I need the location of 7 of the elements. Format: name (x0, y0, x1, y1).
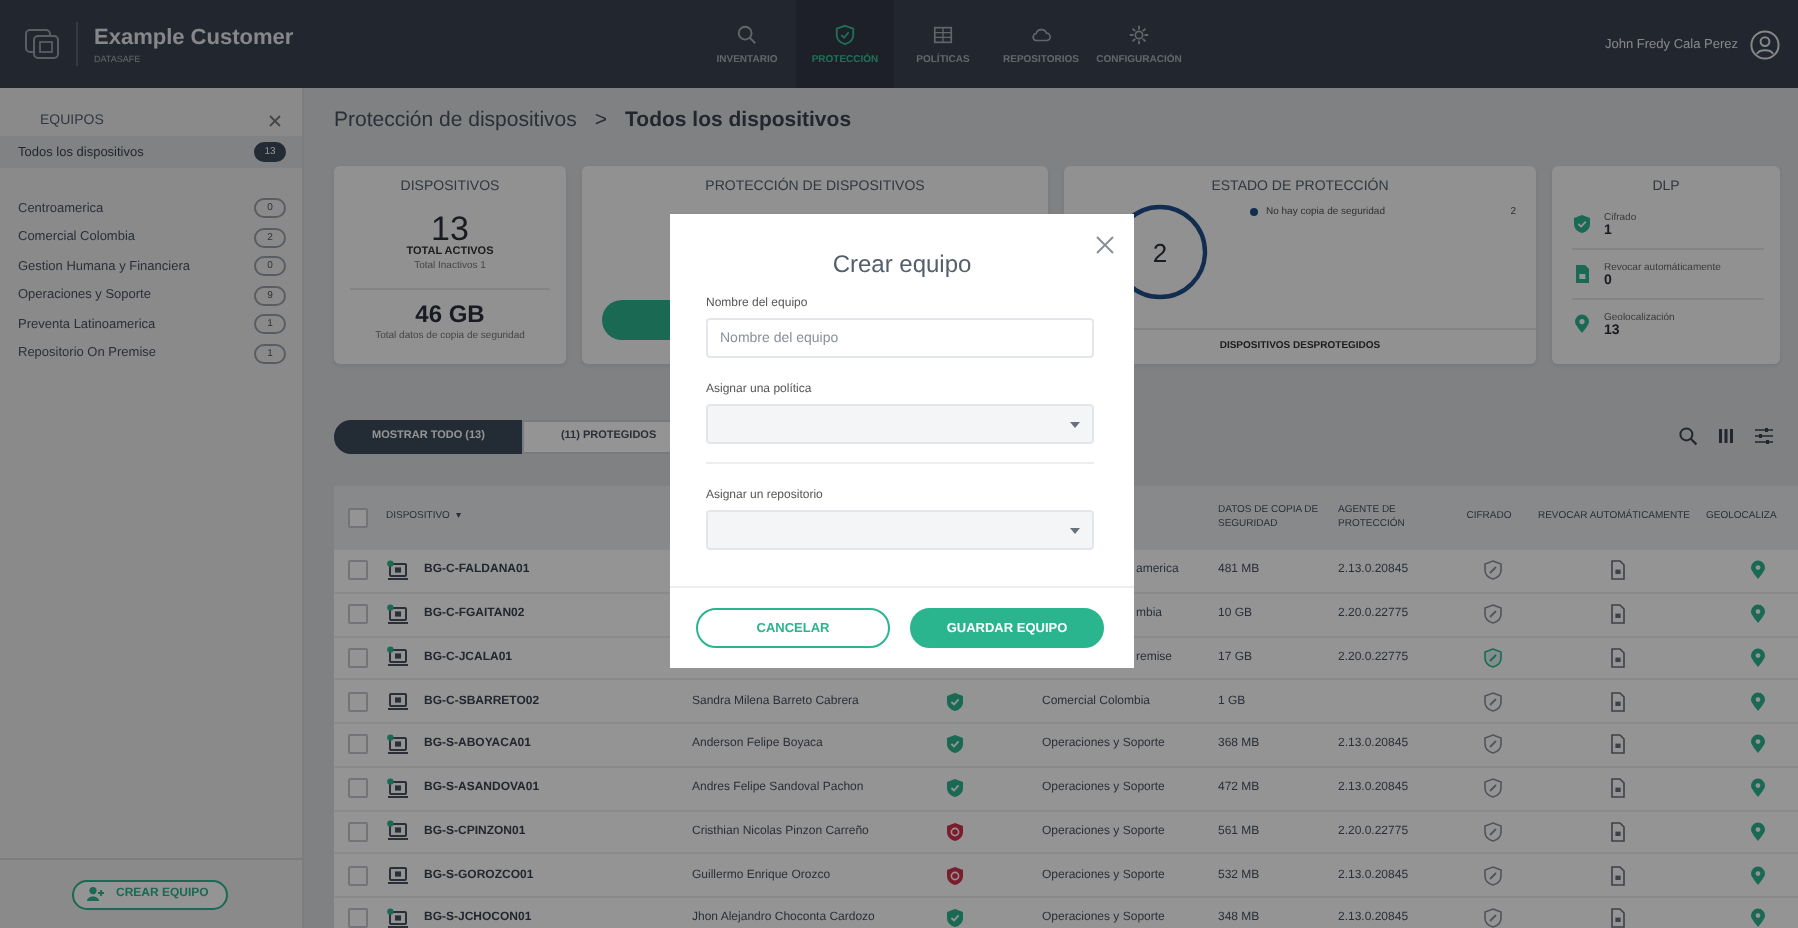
dialog-title: Crear equipo (830, 250, 974, 278)
backup-total: 46 GB (415, 300, 485, 328)
active-count: 13 (431, 212, 469, 246)
breadcrumb-current: Todos los dispositivos (625, 108, 852, 132)
ring-value: 2 (1152, 237, 1168, 267)
brand-name: Example Customer (94, 25, 294, 49)
breadcrumb-separator: > (594, 108, 608, 132)
